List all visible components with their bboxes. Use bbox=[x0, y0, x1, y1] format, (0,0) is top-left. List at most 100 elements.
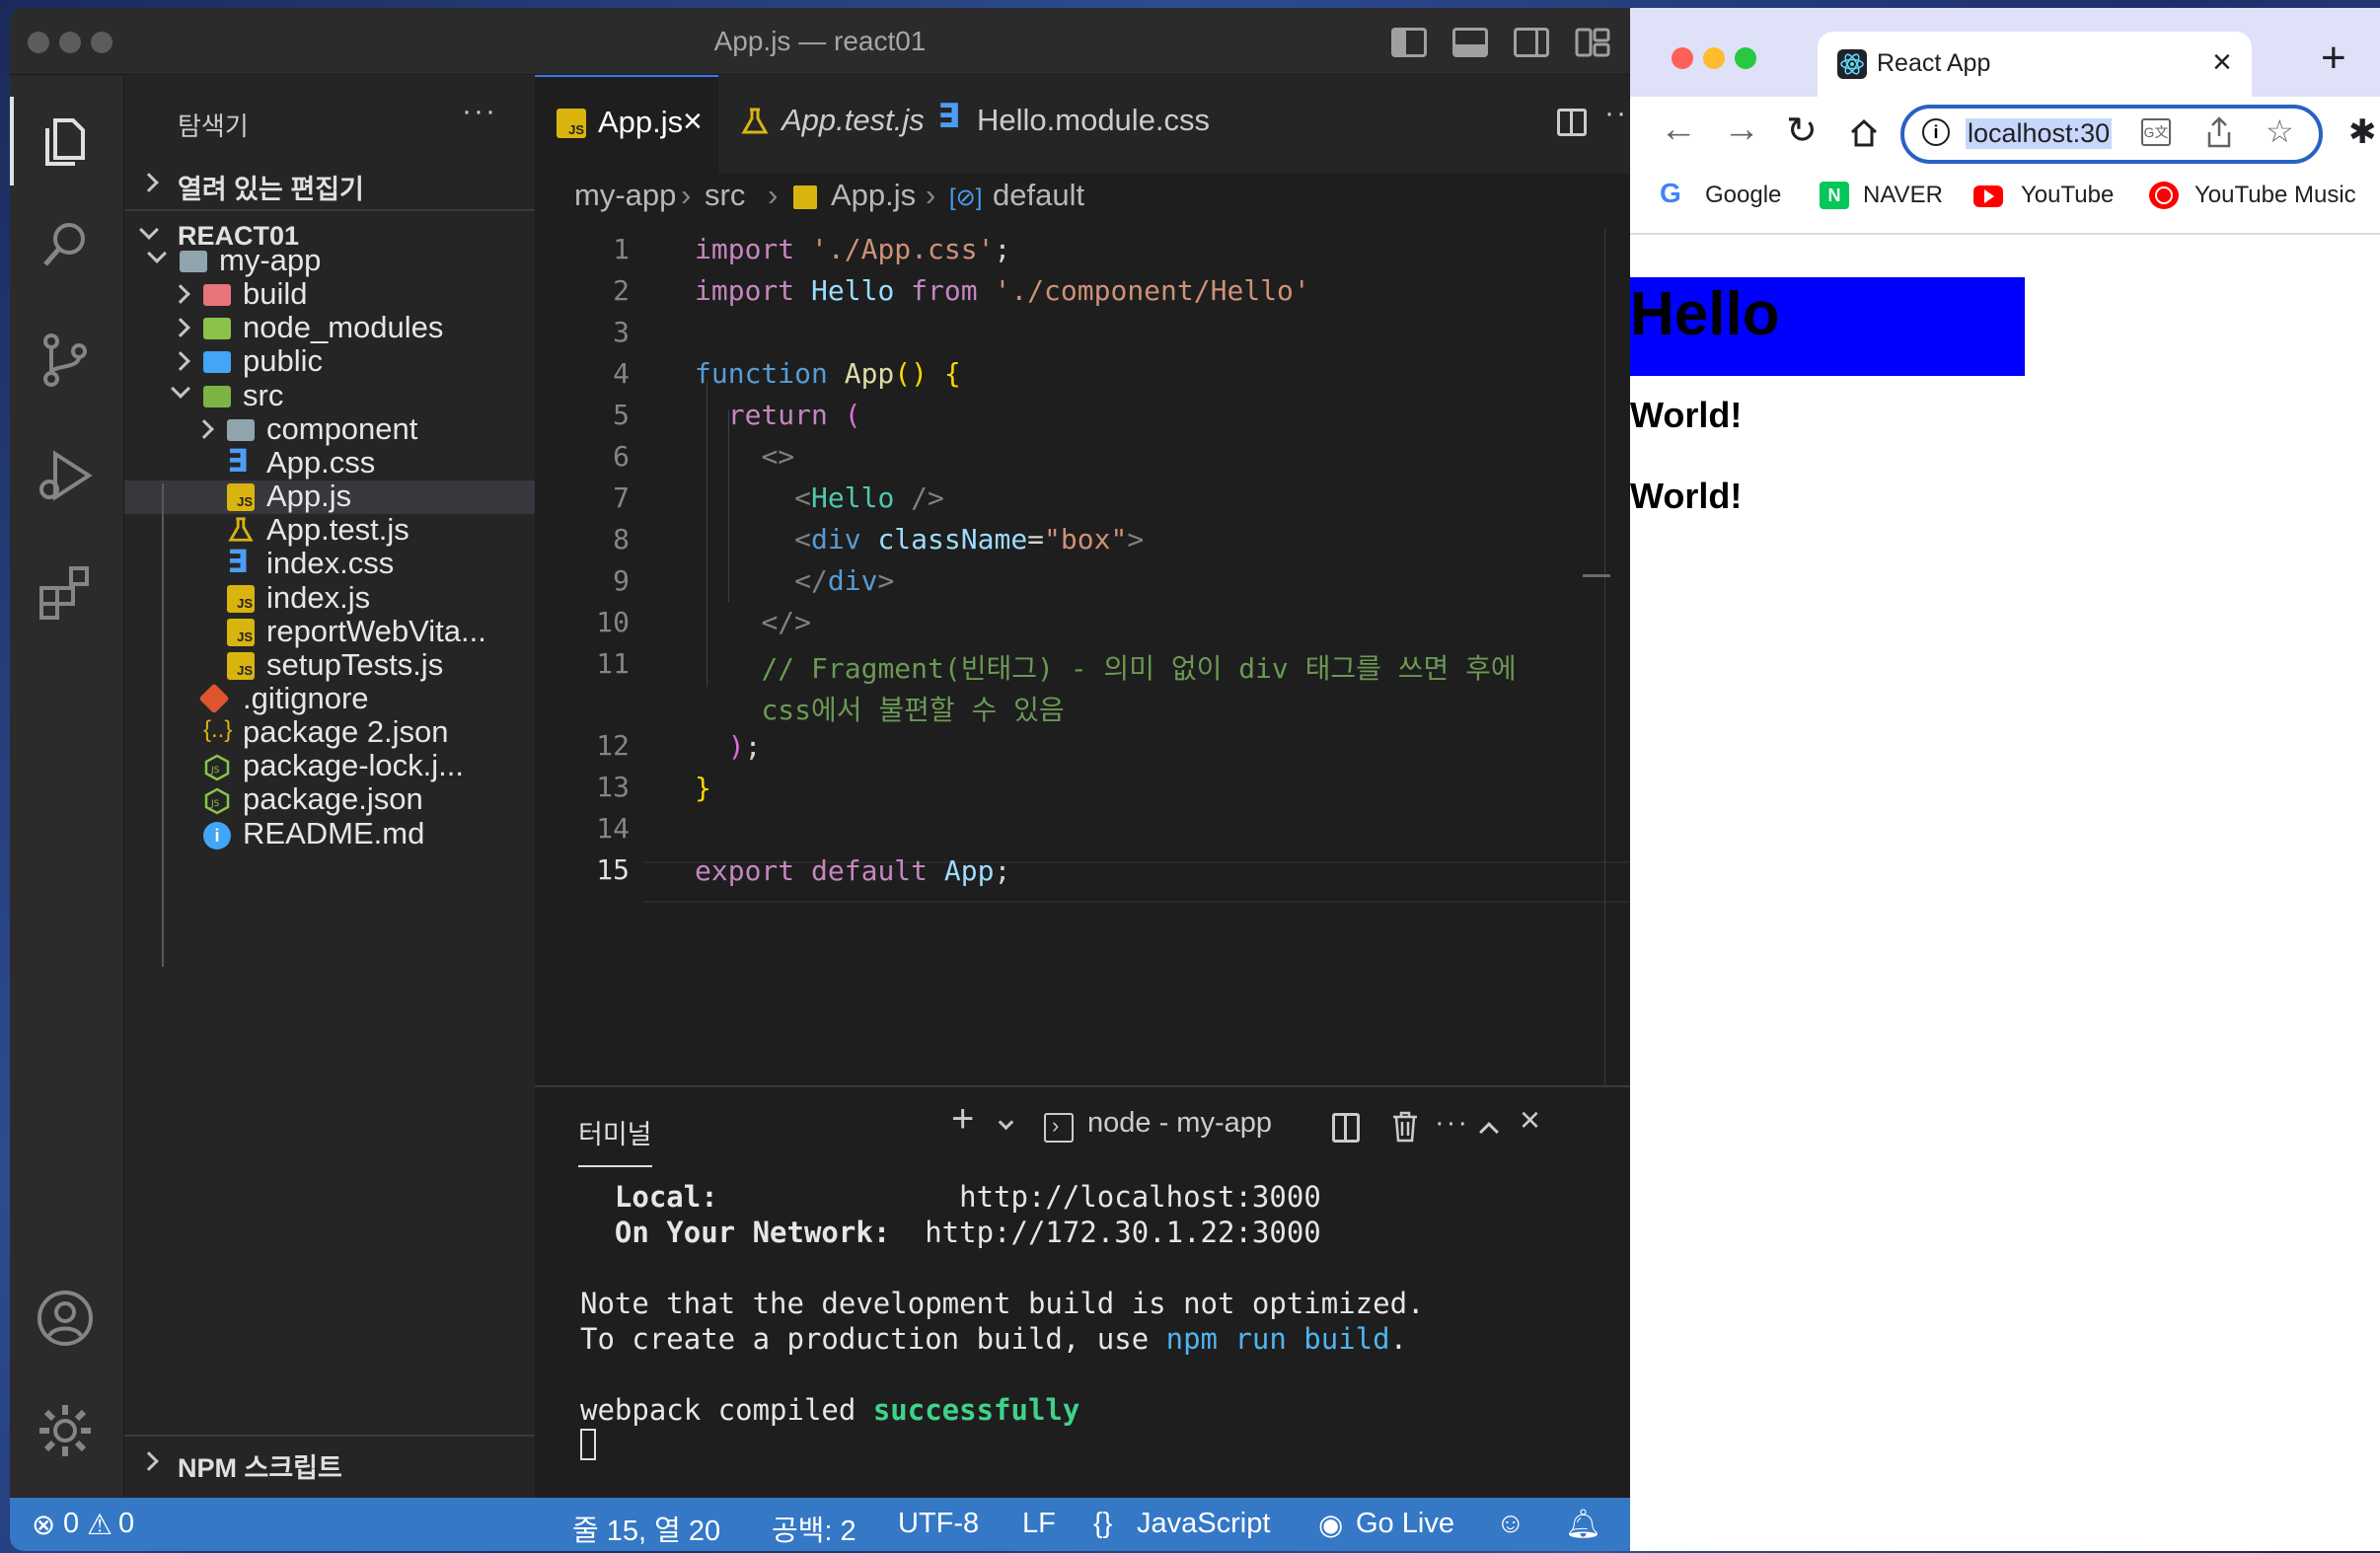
errors-icon[interactable]: ⊗ bbox=[32, 1508, 55, 1542]
tab-hello-module-css[interactable]: ∃ Hello.module.css bbox=[916, 75, 1210, 174]
accounts-icon[interactable] bbox=[34, 1287, 97, 1350]
bookmark-google[interactable]: Google bbox=[1705, 182, 1781, 209]
maximize-window-button[interactable] bbox=[1735, 47, 1756, 69]
breadcrumb-item[interactable]: src bbox=[705, 178, 745, 213]
tree-item-reportwebvita[interactable]: JS reportWebVita... bbox=[124, 614, 535, 649]
bookmark-naver[interactable]: NAVER bbox=[1863, 182, 1943, 209]
youtube-music-logo-icon bbox=[2149, 182, 2179, 209]
bookmark-youtube-music[interactable]: YouTube Music bbox=[2194, 182, 2356, 209]
breadcrumb-item[interactable]: App.js bbox=[831, 178, 916, 213]
toggle-primary-sidebar-icon[interactable] bbox=[1391, 28, 1427, 57]
tree-item-app-js[interactable]: JS App.js bbox=[124, 479, 535, 514]
url-text[interactable]: localhost:30 bbox=[1966, 118, 2113, 149]
tree-item-readme-md[interactable]: i README.md bbox=[124, 816, 535, 851]
tree-item-label: package.json bbox=[243, 781, 423, 816]
home-icon[interactable] bbox=[1849, 118, 1879, 153]
tree-item-src[interactable]: src bbox=[124, 378, 535, 413]
breadcrumb-item[interactable]: my-app bbox=[574, 178, 676, 213]
toggle-panel-icon[interactable] bbox=[1452, 28, 1488, 57]
settings-gear-icon[interactable] bbox=[34, 1399, 97, 1462]
open-editors-section[interactable]: 열려 있는 편집기 bbox=[124, 158, 535, 209]
end-of-line[interactable]: LF bbox=[1022, 1508, 1056, 1540]
new-tab-icon[interactable]: + bbox=[2321, 34, 2346, 83]
bookmark-youtube[interactable]: YouTube bbox=[2021, 182, 2114, 209]
extensions-icon[interactable] bbox=[34, 558, 97, 622]
tree-item-index-js[interactable]: JS index.js bbox=[124, 580, 535, 616]
forward-arrow-icon[interactable]: → bbox=[1723, 109, 1760, 151]
tree-item-public[interactable]: public bbox=[124, 343, 535, 379]
close-tab-icon[interactable]: × bbox=[2212, 43, 2232, 82]
code-line: function App() { bbox=[695, 357, 961, 390]
translate-icon[interactable]: G文 bbox=[2141, 118, 2171, 146]
back-arrow-icon[interactable]: ← bbox=[1660, 109, 1697, 151]
notifications-bell-icon[interactable]: 🔔︎ bbox=[1565, 1508, 1601, 1541]
toggle-secondary-sidebar-icon[interactable] bbox=[1514, 28, 1549, 57]
address-bar[interactable]: i localhost:30 G文 ☆ bbox=[1900, 105, 2323, 164]
site-info-icon[interactable]: i bbox=[1922, 118, 1950, 146]
code-editor[interactable]: import './App.css'; import Hello from '.… bbox=[695, 229, 1630, 1087]
split-editor-icon[interactable] bbox=[1557, 109, 1587, 136]
extensions-puzzle-icon[interactable]: ✱ bbox=[2348, 112, 2377, 152]
terminal-line: Note that the development build is not o… bbox=[580, 1287, 1425, 1320]
trash-icon[interactable] bbox=[1391, 1111, 1419, 1147]
errors-count[interactable]: 0 bbox=[63, 1508, 79, 1540]
tree-item-gitignore[interactable]: .gitignore bbox=[124, 681, 535, 716]
tree-item-package-lock-j[interactable]: JS package-lock.j... bbox=[124, 748, 535, 783]
tree-item-component[interactable]: component bbox=[124, 411, 535, 447]
tree-item-app-test-js[interactable]: App.test.js bbox=[124, 512, 535, 548]
reload-icon[interactable]: ↻ bbox=[1786, 109, 1818, 153]
close-window-button[interactable] bbox=[1672, 47, 1693, 69]
minimize-window-button[interactable] bbox=[1703, 47, 1725, 69]
warnings-count[interactable]: 0 bbox=[118, 1508, 134, 1540]
tree-item-build[interactable]: build bbox=[124, 276, 535, 312]
search-icon[interactable] bbox=[34, 213, 97, 276]
tree-item-label: node_modules bbox=[243, 310, 444, 344]
close-tab-icon[interactable]: × bbox=[683, 103, 703, 141]
editor-more-button[interactable]: ··· bbox=[1604, 97, 1630, 130]
window-title: App.js — react01 bbox=[713, 26, 927, 56]
tab-react-app[interactable]: React App × bbox=[1818, 32, 2252, 97]
close-panel-icon[interactable]: × bbox=[1520, 1099, 1540, 1141]
language-mode[interactable]: JavaScript bbox=[1137, 1508, 1270, 1540]
terminal-shell-label[interactable]: node - my-app bbox=[1087, 1107, 1272, 1140]
tree-item-index-css[interactable]: ∃ index.css bbox=[124, 546, 535, 581]
npm-scripts-section[interactable]: NPM 스크립트 bbox=[124, 1437, 535, 1488]
tab-terminal[interactable]: 터미널 bbox=[578, 1113, 652, 1167]
share-icon[interactable] bbox=[2206, 116, 2232, 153]
warning-icon[interactable]: ⚠ bbox=[87, 1508, 112, 1542]
vscode-window: App.js — react01 탐색기 ··· 열려 있는 편집기 REACT… bbox=[10, 8, 1630, 1551]
svg-text:JS: JS bbox=[210, 766, 220, 776]
breadcrumb-item[interactable]: default bbox=[993, 178, 1084, 213]
cursor-position[interactable]: 줄 15, 열 20 bbox=[572, 1508, 720, 1549]
broadcast-icon: ◉ bbox=[1318, 1510, 1344, 1541]
tree-item-package-2-json[interactable]: {..} package 2.json bbox=[124, 714, 535, 750]
indentation[interactable]: 공백: 2 bbox=[772, 1508, 856, 1549]
run-debug-icon[interactable] bbox=[34, 444, 97, 507]
explorer-more-button[interactable]: ··· bbox=[462, 95, 497, 128]
tab-app-js[interactable]: JS App.js × bbox=[535, 75, 718, 174]
split-terminal-icon[interactable] bbox=[1332, 1113, 1360, 1143]
tree-item-node-modules[interactable]: node_modules bbox=[124, 310, 535, 345]
code-line: </> bbox=[761, 606, 812, 638]
go-live-button[interactable]: Go Live bbox=[1356, 1508, 1454, 1540]
customize-layout-icon[interactable] bbox=[1575, 28, 1610, 57]
bookmark-star-icon[interactable]: ☆ bbox=[2266, 112, 2294, 150]
tree-item-package-json[interactable]: JS package.json bbox=[124, 781, 535, 817]
maximize-panel-icon[interactable] bbox=[1479, 1122, 1499, 1142]
symbol-variable-icon: [⊘] bbox=[949, 185, 983, 211]
tab-app-test-js[interactable]: App.test.js bbox=[720, 75, 925, 174]
tree-item-setuptests-js[interactable]: JS setupTests.js bbox=[124, 647, 535, 683]
tree-item-label: reportWebVita... bbox=[266, 614, 486, 648]
youtube-logo-icon bbox=[1973, 185, 2003, 207]
chevron-right-icon: › bbox=[768, 178, 779, 212]
explorer-icon[interactable] bbox=[34, 109, 97, 172]
tree-item-my-app[interactable]: my-app bbox=[124, 243, 535, 278]
tree-item-app-css[interactable]: ∃ App.css bbox=[124, 445, 535, 481]
terminal-more-button[interactable]: ··· bbox=[1435, 1107, 1469, 1140]
encoding[interactable]: UTF-8 bbox=[898, 1508, 979, 1540]
chevron-down-icon[interactable] bbox=[998, 1114, 1014, 1131]
source-control-icon[interactable] bbox=[34, 328, 97, 391]
new-terminal-icon[interactable]: + bbox=[951, 1097, 974, 1142]
feedback-icon[interactable]: ☺ bbox=[1496, 1508, 1525, 1540]
folder-icon bbox=[203, 284, 231, 306]
